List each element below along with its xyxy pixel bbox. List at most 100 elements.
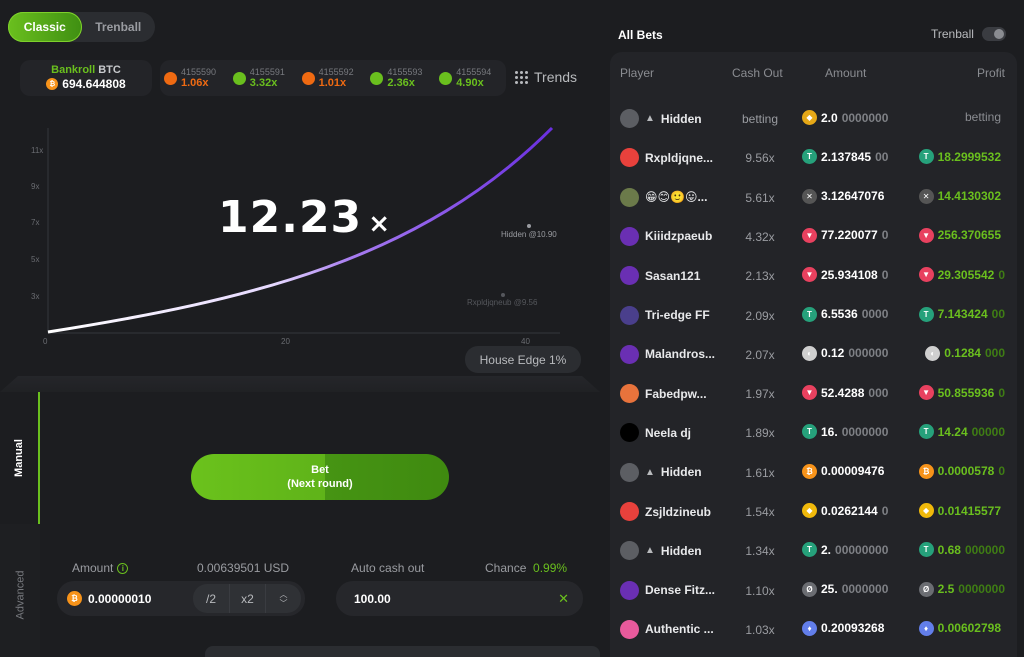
bet-amount: ♦ 0.20093268 [802, 620, 888, 636]
history-item[interactable]: 4155593 2.36x [368, 67, 437, 89]
cashout-marker-1 [527, 224, 531, 228]
bet-amount: Ø 25. 0000000 [802, 581, 888, 597]
bet-row[interactable]: Sasan121 2.13x ▼ 25.934108 0 ▼ 29.305542 0 [610, 257, 1017, 296]
trends-label: Trends [534, 69, 578, 85]
tab-manual[interactable]: Manual [0, 392, 40, 524]
bet-profit: T 14.24 00000 [918, 424, 1005, 440]
house-edge-badge[interactable]: House Edge 1% [465, 346, 581, 373]
avatar [620, 266, 639, 286]
bet-row[interactable]: Neela dj 1.89x T 16. 0000000 T 14.24 00000 [610, 414, 1017, 453]
player-name: ▲ Hidden [620, 109, 702, 128]
all-bets-title: All Bets [618, 28, 663, 42]
y-tick-label: 3x [31, 292, 39, 301]
halve-button[interactable]: /2 [193, 584, 229, 613]
history-item[interactable]: 4155591 3.32x [231, 67, 300, 89]
auto-cashout-input[interactable]: 100.00 ✕ [336, 581, 583, 616]
history-item[interactable]: 4155592 1.01x [300, 67, 369, 89]
coin-icon: ♦ [802, 620, 817, 636]
trenball-toggle[interactable]: Trenball [931, 27, 1006, 41]
double-button[interactable]: x2 [229, 584, 265, 613]
avatar [620, 502, 639, 521]
player-name: Authentic ... [620, 619, 714, 639]
bet-profit: ▼ 256.370655 [918, 227, 1005, 243]
avatar [620, 541, 639, 561]
player-name: Fabedpw... [620, 384, 707, 404]
bet-row[interactable]: Authentic ... 1.03x ♦ 0.20093268 ♦ 0.0060… [610, 611, 1017, 650]
amount-value[interactable]: 0.00000010 [88, 592, 151, 606]
bet-profit: ♦ 0.00602798 [918, 620, 1005, 636]
cashout-value: 1.54x [745, 505, 775, 519]
coin-icon: ◐ [925, 345, 941, 361]
bitcoin-icon: ₿ [46, 78, 59, 90]
avatar [620, 580, 639, 600]
coin-icon: ✕ [918, 188, 934, 204]
info-icon[interactable]: i [117, 562, 129, 574]
toggle-switch[interactable] [981, 27, 1006, 41]
bet-profit: T 18.2999532 [918, 149, 1005, 165]
bet-row[interactable]: Tri-edge FF 2.09x T 6.5536 0000 T 7.143424… [610, 297, 1017, 336]
tab-classic[interactable]: Classic [8, 12, 82, 42]
tab-advanced[interactable]: Advanced [0, 532, 40, 657]
chevron-up-icon[interactable]: ︿ [280, 590, 288, 599]
bet-amount: T 2.137845 00 [802, 149, 888, 165]
cashout-value: 1.34x [745, 544, 775, 559]
bet-button[interactable]: Bet (Next round) [191, 454, 449, 500]
cashout-value: 2.07x [745, 347, 775, 362]
bet-profit: T 0.68 000000 [918, 542, 1005, 558]
bet-row[interactable]: Zsjldzineub 1.54x ◆ 0.0262144 0 ◆ 0.014155… [610, 493, 1017, 532]
player-name: Dense Fitz... [620, 580, 715, 600]
bet-row[interactable]: Dense Fitz... 1.10x Ø 25. 0000000 Ø 2.5 000… [610, 572, 1017, 611]
x-tick-label: 0 [43, 337, 48, 346]
bet-profit: betting [964, 110, 1001, 124]
incognito-icon: ▲ [645, 466, 655, 478]
coin-icon: ▼ [918, 385, 934, 401]
bet-row[interactable]: 😁😊🙂😛... 5.61x ✕ 3.12647076 ✕ 14.4130302 [610, 179, 1017, 218]
bet-amount: ₿ 0.00009476 [802, 463, 888, 479]
bet-amount: T 2. 00000000 [802, 542, 888, 558]
history-item[interactable]: 4155594 4.90x [437, 67, 506, 89]
current-multiplier: 12.23 × [218, 192, 391, 243]
coin-icon: Ø [802, 581, 817, 597]
amount-input[interactable]: ₿ 0.00000010 /2 x2 ︿ ﹀ [57, 581, 305, 616]
bet-row[interactable]: ▲ Hidden 1.61x ₿ 0.00009476 ₿ 0.0000578 0 [610, 454, 1017, 493]
cashout-value: 2.13x [745, 269, 775, 284]
cashout-marker-2-label: Rxpldjqneub @9.56 [467, 298, 538, 307]
auto-cashout-value[interactable]: 100.00 [354, 592, 391, 606]
y-tick-label: 11x [31, 146, 43, 155]
round-multiplier: 3.32x [249, 77, 278, 89]
bankroll-label: Bankroll [51, 64, 96, 76]
player-name: ▲ Hidden [620, 462, 702, 482]
coin-icon: ▼ [802, 267, 817, 283]
bet-row[interactable]: Rxpldjqne... 9.56x T 2.137845 00 T 18.2999… [610, 139, 1017, 178]
amount-usd: 0.00639501 USD [197, 561, 290, 575]
avatar [620, 148, 639, 168]
close-icon[interactable]: ✕ [558, 591, 569, 607]
bet-profit: ◐ 0.1284 000 [925, 345, 1005, 361]
chevron-down-icon[interactable]: ﹀ [280, 599, 288, 608]
cashout-value: 5.61x [745, 190, 775, 205]
cashout-value: 1.61x [745, 465, 775, 480]
player-name: Rxpldjqne... [620, 148, 713, 168]
incognito-icon: ▲ [645, 113, 655, 124]
bet-row[interactable]: ▲ Hidden betting ◆ 2.0 0000000 betting [610, 100, 1017, 139]
bet-row[interactable]: ▲ Hidden 1.34x T 2. 00000000 T 0.68 000000 [610, 532, 1017, 571]
avatar [620, 305, 639, 325]
bets-panel: Player Cash Out Amount Profit ▲ Hidden be… [610, 52, 1017, 657]
bet-amount: T 6.5536 0000 [802, 306, 888, 322]
trends-button[interactable]: Trends [515, 69, 577, 85]
player-name: Neela dj [620, 423, 691, 443]
bet-profit: T 7.143424 00 [918, 306, 1005, 322]
cashout-value: betting [741, 112, 779, 126]
cashout-value: 1.03x [745, 622, 775, 637]
cashout-value: 1.89x [745, 426, 775, 441]
tab-trenball[interactable]: Trenball [82, 12, 156, 42]
amount-stepper[interactable]: ︿ ﹀ [265, 584, 301, 613]
bet-row[interactable]: Malandros... 2.07x ◐ 0.12 000000 ◐ 0.1284 0… [610, 336, 1017, 375]
round-id: 4155592 [318, 67, 354, 77]
coin-icon: ₿ [918, 463, 934, 479]
history-item[interactable]: 4155590 1.06x [162, 67, 231, 89]
bets-header: Player Cash Out Amount Profit [620, 66, 1005, 80]
round-multiplier: 4.90x [456, 77, 484, 89]
bet-row[interactable]: Kiiidzpaeub 4.32x ▼ 77.220077 0 ▼ 256.3706… [610, 218, 1017, 257]
bet-row[interactable]: Fabedpw... 1.97x ▼ 52.4288 000 ▼ 50.855936… [610, 375, 1017, 414]
